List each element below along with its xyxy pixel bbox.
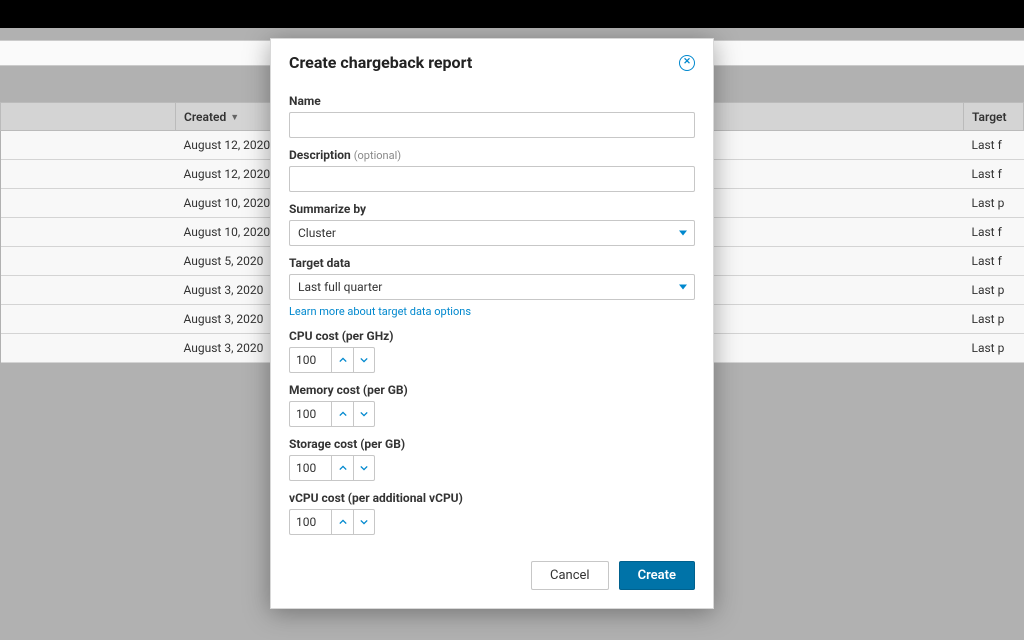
modal-title: Create chargeback report: [289, 53, 472, 72]
create-chargeback-modal: Create chargeback report Name Descriptio…: [270, 38, 714, 609]
top-bar: [0, 0, 1024, 28]
cpu-cost-spinner: [289, 347, 695, 373]
target-label: Target data: [289, 256, 695, 270]
description-optional: (optional): [354, 149, 401, 162]
summarize-label: Summarize by: [289, 202, 695, 216]
storage-cost-down-icon[interactable]: [353, 455, 375, 481]
summarize-select[interactable]: [289, 220, 695, 246]
vcpu-cost-up-icon[interactable]: [331, 509, 353, 535]
storage-cost-up-icon[interactable]: [331, 455, 353, 481]
description-label-text: Description: [289, 148, 351, 162]
description-label: Description (optional): [289, 148, 695, 162]
vcpu-cost-down-icon[interactable]: [353, 509, 375, 535]
vcpu-cost-label: vCPU cost (per additional vCPU): [289, 491, 695, 505]
summarize-select-wrap: [289, 220, 695, 246]
memory-cost-input[interactable]: [289, 401, 331, 427]
modal-footer: Cancel Create: [271, 547, 713, 608]
target-select[interactable]: [289, 274, 695, 300]
storage-cost-label: Storage cost (per GB): [289, 437, 695, 451]
name-label: Name: [289, 94, 695, 108]
memory-cost-down-icon[interactable]: [353, 401, 375, 427]
storage-cost-input[interactable]: [289, 455, 331, 481]
target-help-link[interactable]: Learn more about target data options: [289, 305, 471, 318]
cpu-cost-up-icon[interactable]: [331, 347, 353, 373]
vcpu-cost-input[interactable]: [289, 509, 331, 535]
cpu-cost-down-icon[interactable]: [353, 347, 375, 373]
create-button[interactable]: Create: [619, 561, 695, 590]
vcpu-cost-spinner: [289, 509, 695, 535]
memory-cost-label: Memory cost (per GB): [289, 383, 695, 397]
memory-cost-spinner: [289, 401, 695, 427]
name-input[interactable]: [289, 112, 695, 138]
target-select-wrap: [289, 274, 695, 300]
close-icon[interactable]: [679, 55, 695, 71]
cpu-cost-label: CPU cost (per GHz): [289, 329, 695, 343]
cpu-cost-input[interactable]: [289, 347, 331, 373]
storage-cost-spinner: [289, 455, 695, 481]
description-input[interactable]: [289, 166, 695, 192]
cancel-button[interactable]: Cancel: [531, 561, 609, 590]
modal-header: Create chargeback report: [271, 39, 713, 84]
modal-body: Name Description (optional) Summarize by…: [271, 94, 713, 547]
memory-cost-up-icon[interactable]: [331, 401, 353, 427]
